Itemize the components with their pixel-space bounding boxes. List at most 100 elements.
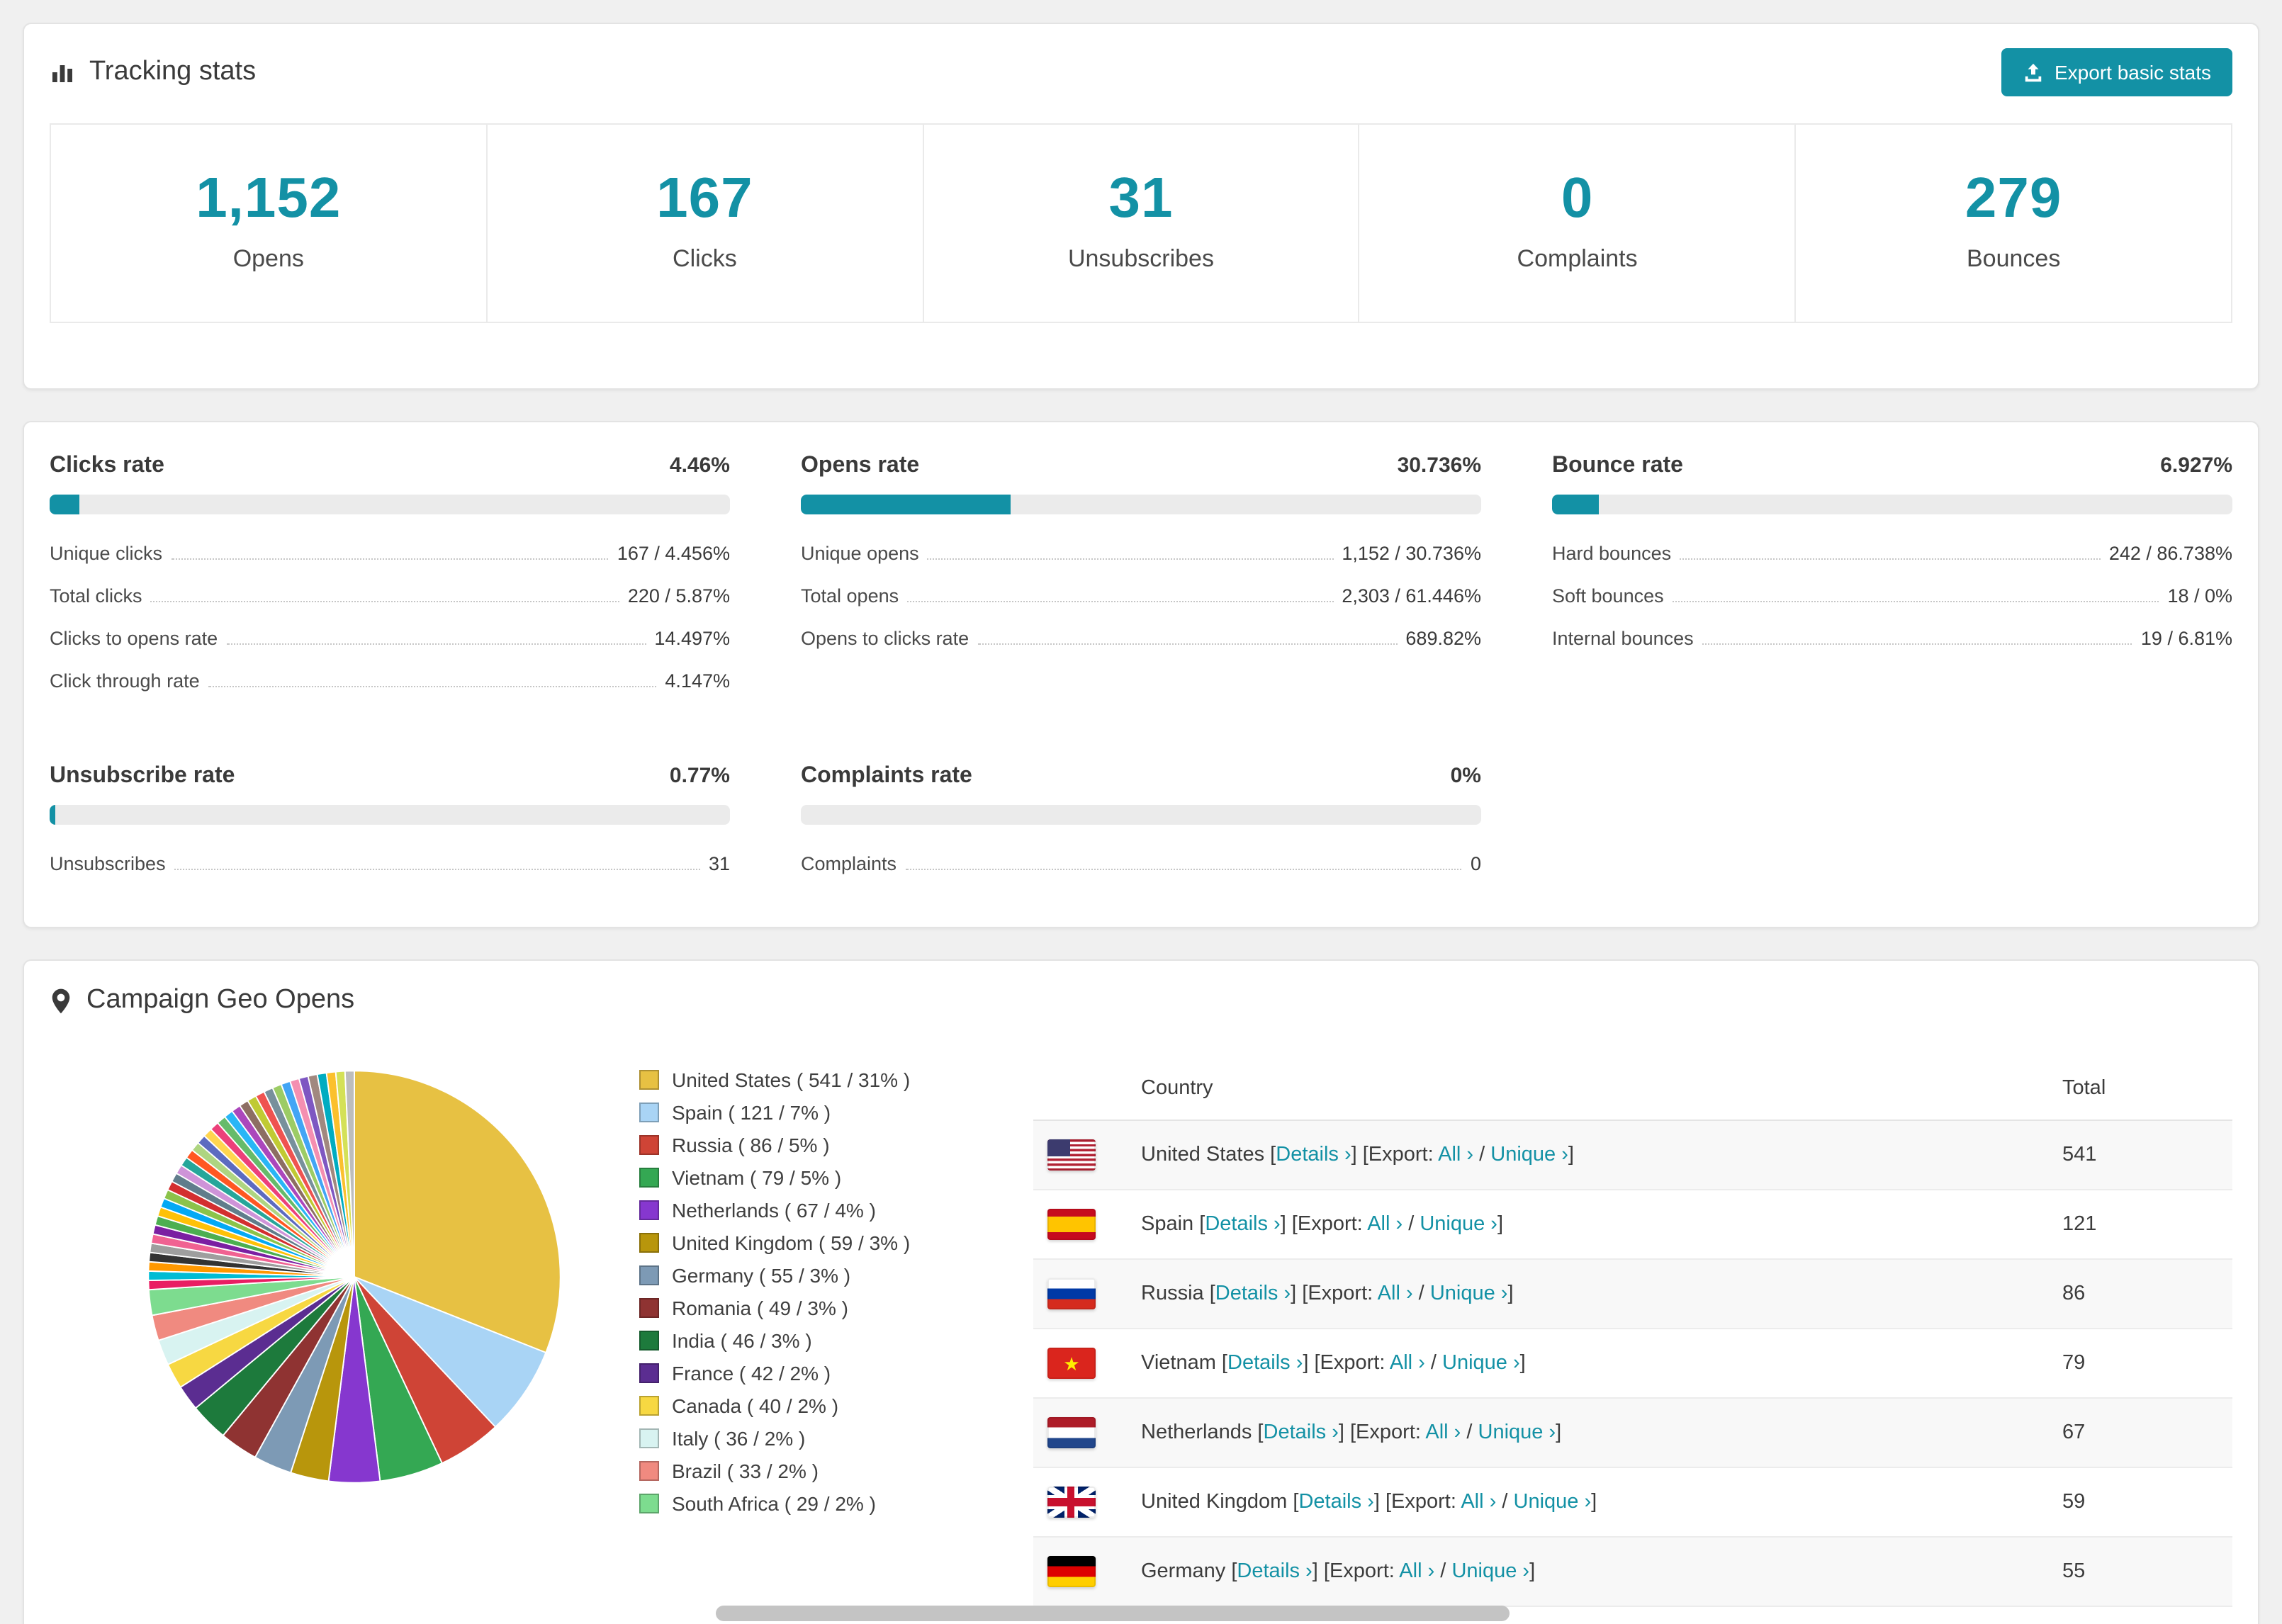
rate-title: Unsubscribe rate bbox=[50, 764, 235, 788]
details-link[interactable]: Details › bbox=[1205, 1213, 1280, 1236]
export-unique-link[interactable]: Unique › bbox=[1514, 1491, 1592, 1513]
table-row-netherlands: Netherlands [Details ›] [Export: All › /… bbox=[1033, 1398, 2232, 1468]
export-all-link[interactable]: All › bbox=[1461, 1491, 1496, 1513]
legend-label: India ( 46 / 3% ) bbox=[672, 1329, 812, 1351]
legend-swatch bbox=[639, 1363, 659, 1382]
dotted-leader bbox=[150, 600, 619, 602]
country-total: 79 bbox=[2048, 1329, 2232, 1399]
legend-item[interactable]: Vietnam ( 79 / 5% ) bbox=[639, 1161, 979, 1193]
legend-item[interactable]: Netherlands ( 67 / 4% ) bbox=[639, 1193, 979, 1226]
legend-item[interactable]: Germany ( 55 / 3% ) bbox=[639, 1258, 979, 1291]
details-link[interactable]: Details › bbox=[1237, 1560, 1312, 1583]
legend-item[interactable]: United States ( 541 / 31% ) bbox=[639, 1063, 979, 1095]
export-unique-link[interactable]: Unique › bbox=[1451, 1560, 1529, 1583]
stat-label: Unsubscribes bbox=[1067, 245, 1214, 272]
rate-row-label: Unique opens bbox=[801, 542, 919, 563]
country-total: 86 bbox=[2048, 1259, 2232, 1329]
export-all-link[interactable]: All › bbox=[1425, 1421, 1461, 1444]
stats-strip: 1,152 Opens 167 Clicks 31 Unsubscribes 0 Compla… bbox=[50, 123, 2232, 323]
flag-column-header bbox=[1033, 1057, 1127, 1121]
export-all-link[interactable]: All › bbox=[1438, 1144, 1473, 1166]
export-unique-link[interactable]: Unique › bbox=[1430, 1282, 1508, 1305]
rate-row-label: Opens to clicks rate bbox=[801, 627, 969, 648]
legend-swatch bbox=[639, 1460, 659, 1480]
legend-swatch bbox=[639, 1200, 659, 1219]
export-unique-link[interactable]: Unique › bbox=[1420, 1213, 1497, 1236]
rate-block-unsubscribe-rate: Unsubscribe rate 0.77% Unsubscribes 31 bbox=[50, 764, 730, 884]
tracking-stats-card: Tracking stats Export basic stats 1,152 O… bbox=[23, 23, 2259, 390]
rate-row-complaints: Complaints 0 bbox=[801, 842, 1481, 884]
stat-label: Complaints bbox=[1517, 245, 1638, 272]
export-basic-stats-button[interactable]: Export basic stats bbox=[2001, 48, 2232, 96]
legend-label: Netherlands ( 67 / 4% ) bbox=[672, 1198, 876, 1221]
legend-item[interactable]: Spain ( 121 / 7% ) bbox=[639, 1095, 979, 1128]
legend-item[interactable]: Italy ( 36 / 2% ) bbox=[639, 1421, 979, 1454]
rate-progress-bar bbox=[801, 495, 1481, 514]
export-unique-link[interactable]: Unique › bbox=[1490, 1144, 1568, 1166]
rate-row-internal-bounces: Internal bounces 19 / 6.81% bbox=[1552, 616, 2232, 659]
ru-flag-icon bbox=[1047, 1278, 1096, 1309]
details-link[interactable]: Details › bbox=[1264, 1421, 1339, 1444]
legend-item[interactable]: South Africa ( 29 / 2% ) bbox=[639, 1487, 979, 1519]
rate-title: Opens rate bbox=[801, 453, 920, 478]
legend-item[interactable]: Russia ( 86 / 5% ) bbox=[639, 1128, 979, 1161]
details-link[interactable]: Details › bbox=[1276, 1144, 1351, 1166]
stat-value: 279 bbox=[1965, 167, 2062, 230]
legend-label: France ( 42 / 2% ) bbox=[672, 1361, 831, 1384]
export-all-link[interactable]: All › bbox=[1367, 1213, 1403, 1236]
bar-chart-icon bbox=[52, 65, 72, 82]
legend-item[interactable]: Romania ( 49 / 3% ) bbox=[639, 1291, 979, 1324]
rate-block-complaints-rate: Complaints rate 0% Complaints 0 bbox=[801, 764, 1481, 884]
dashboard-page: Tracking stats Export basic stats 1,152 O… bbox=[0, 0, 2282, 1624]
legend-swatch bbox=[639, 1297, 659, 1317]
rate-progress-bar bbox=[1552, 495, 2232, 514]
es-flag-icon bbox=[1047, 1209, 1096, 1240]
table-row-spain: Spain [Details ›] [Export: All › / Uniqu… bbox=[1033, 1190, 2232, 1260]
legend-swatch bbox=[639, 1102, 659, 1122]
country-total: 121 bbox=[2048, 1190, 2232, 1260]
export-unique-link[interactable]: Unique › bbox=[1478, 1421, 1556, 1444]
country-total: 59 bbox=[2048, 1467, 2232, 1538]
legend-item[interactable]: Canada ( 40 / 2% ) bbox=[639, 1389, 979, 1421]
de-flag-icon bbox=[1047, 1556, 1096, 1587]
details-link[interactable]: Details › bbox=[1227, 1352, 1303, 1375]
rate-progress-fill bbox=[50, 805, 55, 825]
stat-box-clicks: 167 Clicks bbox=[488, 125, 924, 322]
us-flag-icon bbox=[1047, 1139, 1096, 1171]
legend-item[interactable]: Brazil ( 33 / 2% ) bbox=[639, 1454, 979, 1487]
rate-row-label: Click through rate bbox=[50, 670, 200, 691]
horizontal-scrollbar-thumb[interactable] bbox=[716, 1606, 1510, 1621]
legend-label: Spain ( 121 / 7% ) bbox=[672, 1100, 831, 1123]
export-unique-link[interactable]: Unique › bbox=[1442, 1352, 1520, 1375]
rate-progress-fill bbox=[801, 495, 1011, 514]
stat-box-unsubscribes: 31 Unsubscribes bbox=[923, 125, 1360, 322]
legend-item[interactable]: France ( 42 / 2% ) bbox=[639, 1356, 979, 1389]
rate-title: Complaints rate bbox=[801, 764, 972, 788]
rate-progress-bar bbox=[801, 805, 1481, 825]
export-all-link[interactable]: All › bbox=[1378, 1282, 1413, 1305]
rate-row-value: 4.147% bbox=[665, 670, 730, 691]
legend-item[interactable]: India ( 46 / 3% ) bbox=[639, 1324, 979, 1356]
export-all-link[interactable]: All › bbox=[1399, 1560, 1434, 1583]
country-total: 55 bbox=[2048, 1537, 2232, 1607]
dotted-leader bbox=[1672, 600, 2159, 602]
rate-row-hard-bounces: Hard bounces 242 / 86.738% bbox=[1552, 531, 2232, 574]
export-all-link[interactable]: All › bbox=[1390, 1352, 1425, 1375]
details-link[interactable]: Details › bbox=[1215, 1282, 1291, 1305]
rate-row-value: 1,152 / 30.736% bbox=[1342, 542, 1481, 563]
geo-table-wrap: Country Total United States [Details ›] … bbox=[1033, 1057, 2232, 1607]
country-name: United States bbox=[1141, 1144, 1265, 1166]
dotted-leader bbox=[1680, 558, 2101, 559]
geo-table: Country Total United States [Details ›] … bbox=[1033, 1057, 2232, 1607]
legend-item[interactable]: United Kingdom ( 59 / 3% ) bbox=[639, 1226, 979, 1258]
rate-row-label: Complaints bbox=[801, 852, 897, 874]
rate-value: 0% bbox=[1450, 764, 1481, 788]
dotted-leader bbox=[208, 685, 657, 687]
vn-flag-icon bbox=[1047, 1348, 1096, 1379]
legend-swatch bbox=[639, 1493, 659, 1513]
geo-pie-chart[interactable] bbox=[137, 1060, 571, 1494]
rate-value: 30.736% bbox=[1397, 453, 1481, 478]
details-link[interactable]: Details › bbox=[1298, 1491, 1373, 1513]
table-row-vietnam: Vietnam [Details ›] [Export: All › / Uni… bbox=[1033, 1329, 2232, 1399]
dotted-leader bbox=[907, 600, 1334, 602]
